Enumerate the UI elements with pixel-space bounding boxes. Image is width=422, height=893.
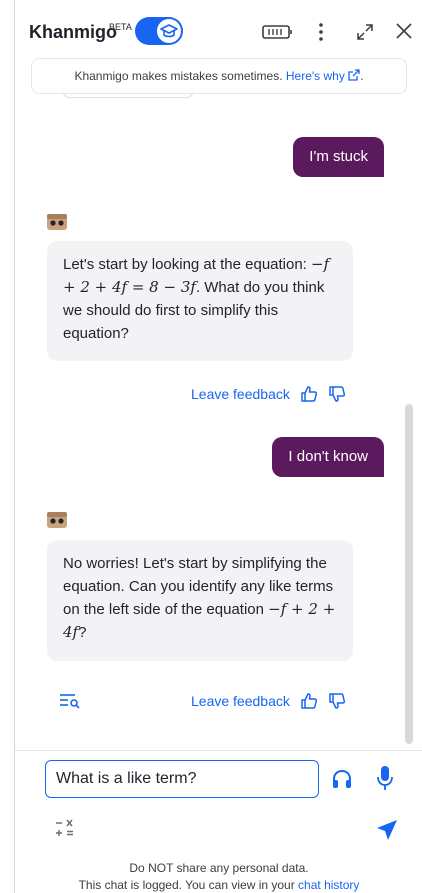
footer: Do NOT share any personal data. This cha… <box>15 860 422 893</box>
brand-title: Khanmigo <box>29 22 117 42</box>
external-link-icon[interactable] <box>348 69 360 81</box>
keyboard-icon[interactable] <box>261 24 293 40</box>
khanmigo-avatar-icon <box>47 512 67 528</box>
previous-message-edge <box>63 92 193 98</box>
user-message: I'm stuck <box>293 137 384 177</box>
tutor-mode-toggle[interactable] <box>135 17 183 45</box>
notice-text: Khanmigo makes mistakes sometimes. <box>74 69 286 83</box>
user-message-text: I'm stuck <box>309 148 368 165</box>
chat-history-link[interactable]: chat history <box>298 878 359 892</box>
bot-message-text: Let's start by looking at the equation: <box>63 256 312 273</box>
header: Khanmigo BETA <box>15 0 422 64</box>
heres-why-link[interactable]: Here's why <box>286 69 345 83</box>
toggle-knob <box>157 19 181 43</box>
graduation-cap-icon <box>160 24 178 38</box>
leave-feedback-link[interactable]: Leave feedback <box>191 693 290 709</box>
bot-message: Let's start by looking at the equation: … <box>47 241 353 361</box>
math-keypad-icon[interactable] <box>55 818 75 840</box>
beta-badge: BETA <box>109 22 132 32</box>
thumbs-up-icon[interactable] <box>300 385 318 403</box>
input-divider <box>15 750 422 751</box>
search-text-icon[interactable] <box>59 693 81 709</box>
feedback-row: Leave feedback <box>191 385 346 403</box>
close-icon[interactable] <box>395 22 413 40</box>
more-options-icon[interactable] <box>317 22 325 42</box>
chat-scrollbar-thumb[interactable] <box>405 404 413 744</box>
microphone-icon[interactable] <box>377 765 393 791</box>
user-message: I don't know <box>272 437 384 477</box>
send-icon[interactable] <box>375 818 399 842</box>
thumbs-up-icon[interactable] <box>300 692 318 710</box>
leave-feedback-link[interactable]: Leave feedback <box>191 386 290 402</box>
bot-message: No worries! Let's start by simplifying t… <box>47 540 353 661</box>
thumbs-down-icon[interactable] <box>328 692 346 710</box>
chat-logged-text: This chat is logged. You can view in you… <box>78 878 299 892</box>
privacy-warning: Do NOT share any personal data. <box>129 861 309 875</box>
chat-logged-notice: This chat is logged. You can view in you… <box>15 877 422 893</box>
khanmigo-avatar-icon <box>47 214 67 230</box>
notice-period: . <box>360 69 364 83</box>
khanmigo-panel: Khanmigo BETA Khanmigo makes mistakes so… <box>14 0 422 893</box>
feedback-row: Leave feedback <box>191 692 346 710</box>
bot-message-text-end: ? <box>78 624 87 641</box>
mistakes-notice: Khanmigo makes mistakes sometimes. Here'… <box>31 58 407 94</box>
expand-icon[interactable] <box>355 22 375 42</box>
headphones-icon[interactable] <box>331 768 353 790</box>
message-input[interactable]: What is a like term? <box>45 760 319 798</box>
thumbs-down-icon[interactable] <box>328 385 346 403</box>
user-message-text: I don't know <box>288 448 368 465</box>
